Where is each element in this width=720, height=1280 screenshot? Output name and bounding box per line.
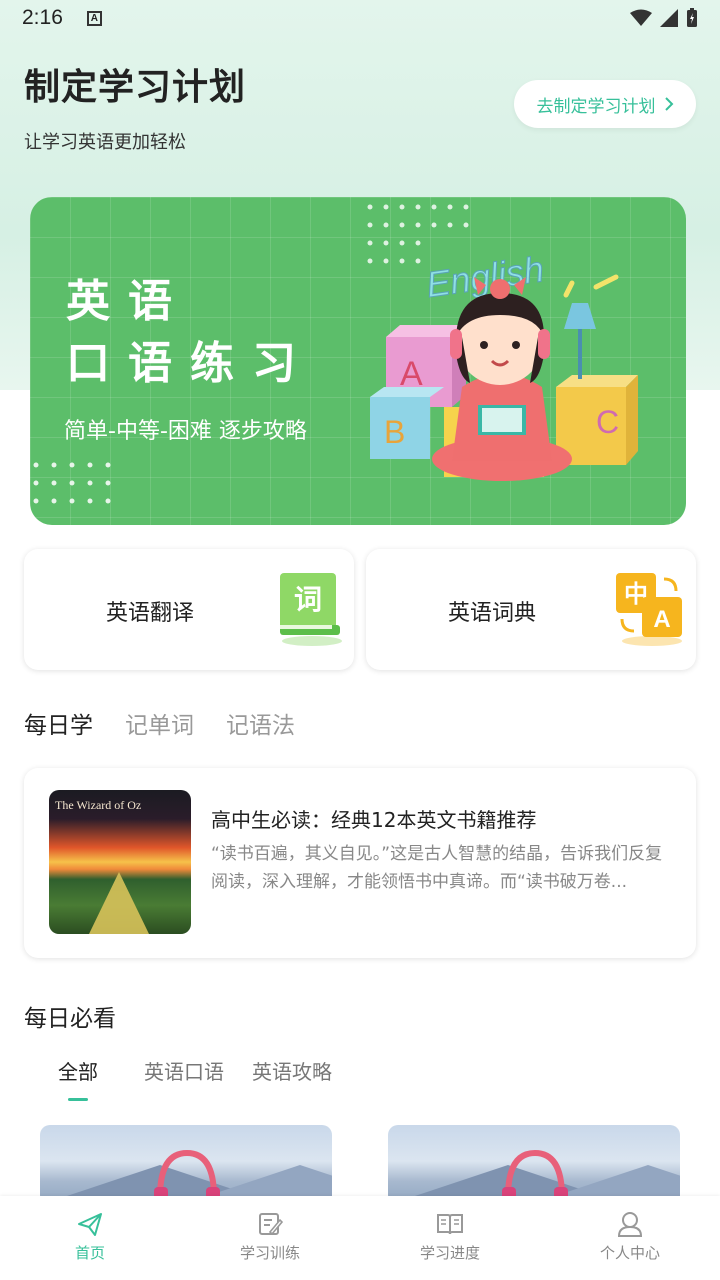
vocabulary-book-icon: 词 [280,573,342,646]
nav-training-label: 学习训练 [239,1244,300,1262]
book-icon [437,1214,463,1235]
chevron-right-icon [664,97,673,111]
tab-all[interactable]: 全部 [58,1056,98,1085]
translate-card[interactable]: 英语翻译 词 [24,549,354,670]
dictionary-card[interactable]: 英语词典 中 A [366,549,696,670]
article-cover-image: The Wizard of Oz [49,790,191,934]
article-title: 高中生必读：经典12本英文书籍推荐 [211,808,537,832]
quick-tools: 英语翻译 词 英语词典 中 A [24,549,696,670]
tab-grammar[interactable]: 记语法 [226,706,295,740]
translate-icon-text: 词 [294,583,322,616]
tab-vocabulary[interactable]: 记单词 [125,706,194,740]
dictionary-translate-icon: 中 A [616,573,682,646]
daily-tabs: 每日学 记单词 记语法 [24,706,295,740]
edit-note-icon [259,1213,284,1236]
nav-profile[interactable]: 个人中心 [540,1196,720,1280]
nav-profile-label: 个人中心 [599,1244,660,1262]
make-plan-label: 去制定学习计划 [536,96,656,117]
dict-icon-en: A [653,606,670,633]
dot-pattern-left-icon [33,462,111,504]
cover-title: The Wizard of Oz [55,798,142,812]
page-title: 制定学习计划 [24,67,247,108]
video-thumbnail[interactable] [40,1125,332,1205]
article-description: “读书百遍，其义自见。”这是古人智慧的结晶，告诉我们反复阅读，深入理解，才能领悟… [211,844,663,892]
status-time: 2:16 [22,6,63,29]
status-bar: 2:16 A [0,0,720,36]
nav-progress[interactable]: 学习进度 [360,1196,540,1280]
daily-must-see-title: 每日必看 [24,1006,116,1032]
bottom-navigation: 首页 学习训练 学习进度 个人中心 [0,1196,720,1280]
paper-plane-icon [78,1213,102,1236]
tab-english-guide[interactable]: 英语攻略 [252,1056,332,1085]
banner-line2: 口语练习 [66,338,314,389]
video-thumbnail[interactable] [388,1125,680,1205]
tab-spoken-english[interactable]: 英语口语 [144,1056,224,1085]
dictionary-label: 英语词典 [448,601,537,626]
banner-subtitle: 简单-中等-困难 逐步攻略 [64,419,307,444]
wifi-icon [630,9,652,26]
speaking-practice-banner[interactable]: 英语 口语练习 简单-中等-困难 逐步攻略 English A B C [30,197,686,525]
battery-icon [687,8,697,27]
nav-home[interactable]: 首页 [0,1196,180,1280]
must-see-tabs: 全部 英语口语 英语攻略 [58,1056,378,1106]
banner-line1: 英语 [66,276,190,327]
article-card[interactable]: The Wizard of Oz 高中生必读：经典12本英文书籍推荐 “读书百遍… [24,768,696,958]
translate-label: 英语翻译 [106,601,195,626]
svg-text:B: B [384,414,405,450]
nav-training[interactable]: 学习训练 [180,1196,360,1280]
tab-indicator [68,1098,88,1101]
notification-icon: A [86,10,102,26]
user-icon [617,1212,643,1237]
tab-daily-study[interactable]: 每日学 [24,706,93,740]
page-subtitle: 让学习英语更加轻松 [24,132,186,153]
cover-road [89,872,149,934]
svg-text:C: C [596,404,619,440]
signal-icon [660,9,678,27]
nav-home-label: 首页 [74,1244,105,1262]
make-plan-button[interactable]: 去制定学习计划 [514,80,696,128]
reading-girl-illustration: English A B C [370,248,638,481]
nav-progress-label: 学习进度 [419,1244,480,1262]
